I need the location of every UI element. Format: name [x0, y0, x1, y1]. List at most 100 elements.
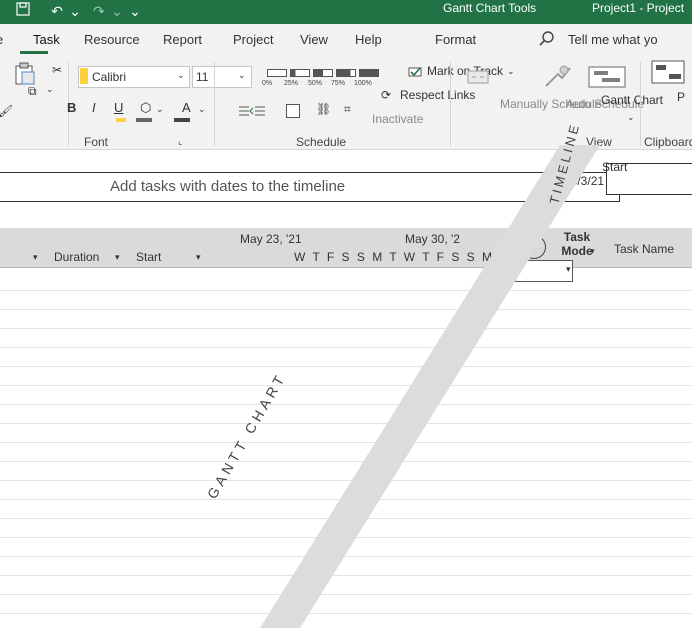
gantt-chart-button[interactable]: Gantt Chart	[595, 93, 669, 108]
link-tasks-icon[interactable]	[286, 104, 300, 118]
tab-help[interactable]: Help	[355, 32, 382, 47]
table-row[interactable]	[0, 537, 692, 538]
font-highlight-mark	[80, 68, 88, 84]
table-row[interactable]	[0, 480, 692, 481]
table-row[interactable]	[0, 556, 692, 557]
redo-dropdown-icon[interactable]: ⌄	[108, 2, 126, 20]
font-name-value: Calibri	[92, 70, 127, 84]
mark-on-track-dropdown-icon[interactable]: ⌄	[507, 66, 515, 77]
tab-format[interactable]: Format	[435, 32, 476, 47]
pct-100-label: 100%	[354, 80, 372, 87]
task-mode-column-dropdown-icon[interactable]: ▾	[590, 246, 595, 257]
paste-partial-label[interactable]: P	[677, 90, 685, 104]
table-row[interactable]	[0, 518, 692, 519]
font-dialog-launcher-icon[interactable]: ⌞	[178, 136, 182, 147]
tab-report[interactable]: Report	[163, 32, 202, 47]
duration-column-dropdown-icon[interactable]: ▾	[115, 252, 120, 263]
paste-icon[interactable]	[14, 62, 36, 86]
table-row[interactable]	[0, 385, 692, 386]
outdent-indent-icons[interactable]	[237, 104, 267, 118]
background-color-dropdown-icon[interactable]: ⌄	[156, 104, 164, 115]
tab-task[interactable]: Task	[33, 32, 60, 47]
separator	[214, 62, 215, 146]
gantt-chart-icon[interactable]	[588, 66, 626, 88]
active-tab-indicator	[20, 51, 48, 54]
gantt-chart-side-label: GANTT CHART	[204, 370, 289, 502]
column-dropdown-icon[interactable]: ▾	[33, 252, 38, 263]
separator	[640, 62, 641, 146]
unlink-tasks-icon[interactable]: ⛓	[316, 102, 331, 116]
split-task-icon[interactable]: ⌗	[344, 102, 351, 117]
tell-me-box[interactable]: Tell me what yo	[568, 32, 658, 47]
duration-column-header[interactable]: Duration	[54, 250, 99, 264]
timescale-days: W T F S S M T W T F S S M	[294, 250, 495, 264]
respect-links-icon: ⟳	[381, 88, 392, 102]
tab-file-partial[interactable]: e	[0, 32, 3, 47]
pct-0-button[interactable]	[267, 69, 287, 77]
group-label-schedule: Schedule	[296, 135, 347, 149]
table-row[interactable]	[0, 366, 692, 367]
task-mode-cell-editor[interactable]	[515, 260, 573, 282]
undo-dropdown-icon[interactable]: ⌄	[66, 2, 84, 20]
italic-button[interactable]: I	[92, 100, 96, 115]
start-column-dropdown-icon[interactable]: ▾	[196, 252, 201, 263]
table-row[interactable]	[0, 594, 692, 595]
tab-resource[interactable]: Resource	[84, 32, 140, 47]
pct-25-button[interactable]	[290, 69, 310, 77]
respect-links-button[interactable]: Respect Links	[400, 88, 475, 102]
timeline-start-date: Mon 5/3/21	[544, 174, 605, 188]
table-row[interactable]	[0, 499, 692, 500]
underline-button[interactable]: U	[114, 100, 123, 115]
timeline-placeholder: Add tasks with dates to the timeline	[110, 178, 346, 195]
font-name-dropdown-icon[interactable]: ⌄	[177, 70, 185, 81]
table-row[interactable]	[0, 461, 692, 462]
table-row[interactable]	[0, 613, 692, 614]
font-size-value: 11	[196, 70, 209, 84]
table-row[interactable]	[0, 442, 692, 443]
table-row[interactable]	[0, 328, 692, 329]
table-row[interactable]	[0, 423, 692, 424]
mark-on-track-icon	[408, 65, 424, 79]
font-color-dropdown-icon[interactable]: ⌄	[198, 104, 206, 115]
tab-project[interactable]: Project	[233, 32, 273, 47]
timeline-start-label: Start	[602, 160, 628, 174]
font-color-icon[interactable]: A	[182, 100, 191, 115]
pct-50-label: 50%	[308, 80, 323, 87]
undo-icon[interactable]: ↶	[48, 2, 66, 20]
cut-icon[interactable]: ✂	[52, 63, 62, 77]
gantt-chart-dropdown-icon[interactable]: ⌄	[627, 112, 635, 123]
group-label-view: View	[586, 135, 612, 149]
pct-100-button[interactable]	[359, 69, 379, 77]
background-color-icon[interactable]: ⬡	[140, 100, 151, 116]
table-row[interactable]	[0, 575, 692, 576]
background-color-bar	[136, 118, 152, 122]
tab-view[interactable]: View	[300, 32, 328, 47]
table-row[interactable]	[0, 309, 692, 310]
table-row[interactable]	[0, 347, 692, 348]
task-mode-cell-dropdown-icon[interactable]: ▾	[566, 264, 571, 275]
search-icon[interactable]	[538, 30, 556, 48]
auto-schedule-icon[interactable]	[538, 62, 574, 90]
save-icon[interactable]	[14, 2, 32, 20]
start-column-header[interactable]: Start	[136, 250, 161, 264]
copy-dropdown-icon[interactable]: ⌄	[46, 84, 54, 95]
format-painter-icon[interactable]: 🖌	[0, 104, 13, 118]
info-column-icon: i	[522, 235, 546, 259]
inactivate-button[interactable]: Inactivate	[372, 112, 423, 126]
manually-schedule-icon[interactable]	[466, 66, 492, 88]
table-row[interactable]	[0, 404, 692, 405]
customize-quick-access-icon[interactable]: ⌄	[126, 2, 144, 20]
redo-icon[interactable]: ↷	[90, 2, 108, 20]
timescale-date-2: May 30, '2	[405, 232, 460, 246]
timeline-view-icon[interactable]	[651, 60, 685, 84]
copy-icon[interactable]: ⧉	[28, 84, 37, 99]
group-label-font: Font	[84, 135, 109, 149]
table-row[interactable]	[0, 290, 692, 291]
font-size-dropdown-icon[interactable]: ⌄	[238, 70, 246, 81]
pct-75-button[interactable]	[336, 69, 356, 77]
context-tab-label: Gantt Chart Tools	[443, 1, 537, 15]
task-name-column-header[interactable]: Task Name	[614, 242, 674, 256]
bold-button[interactable]: B	[67, 100, 76, 115]
pct-50-button[interactable]	[313, 69, 333, 77]
highlight-color-bar	[116, 118, 126, 122]
